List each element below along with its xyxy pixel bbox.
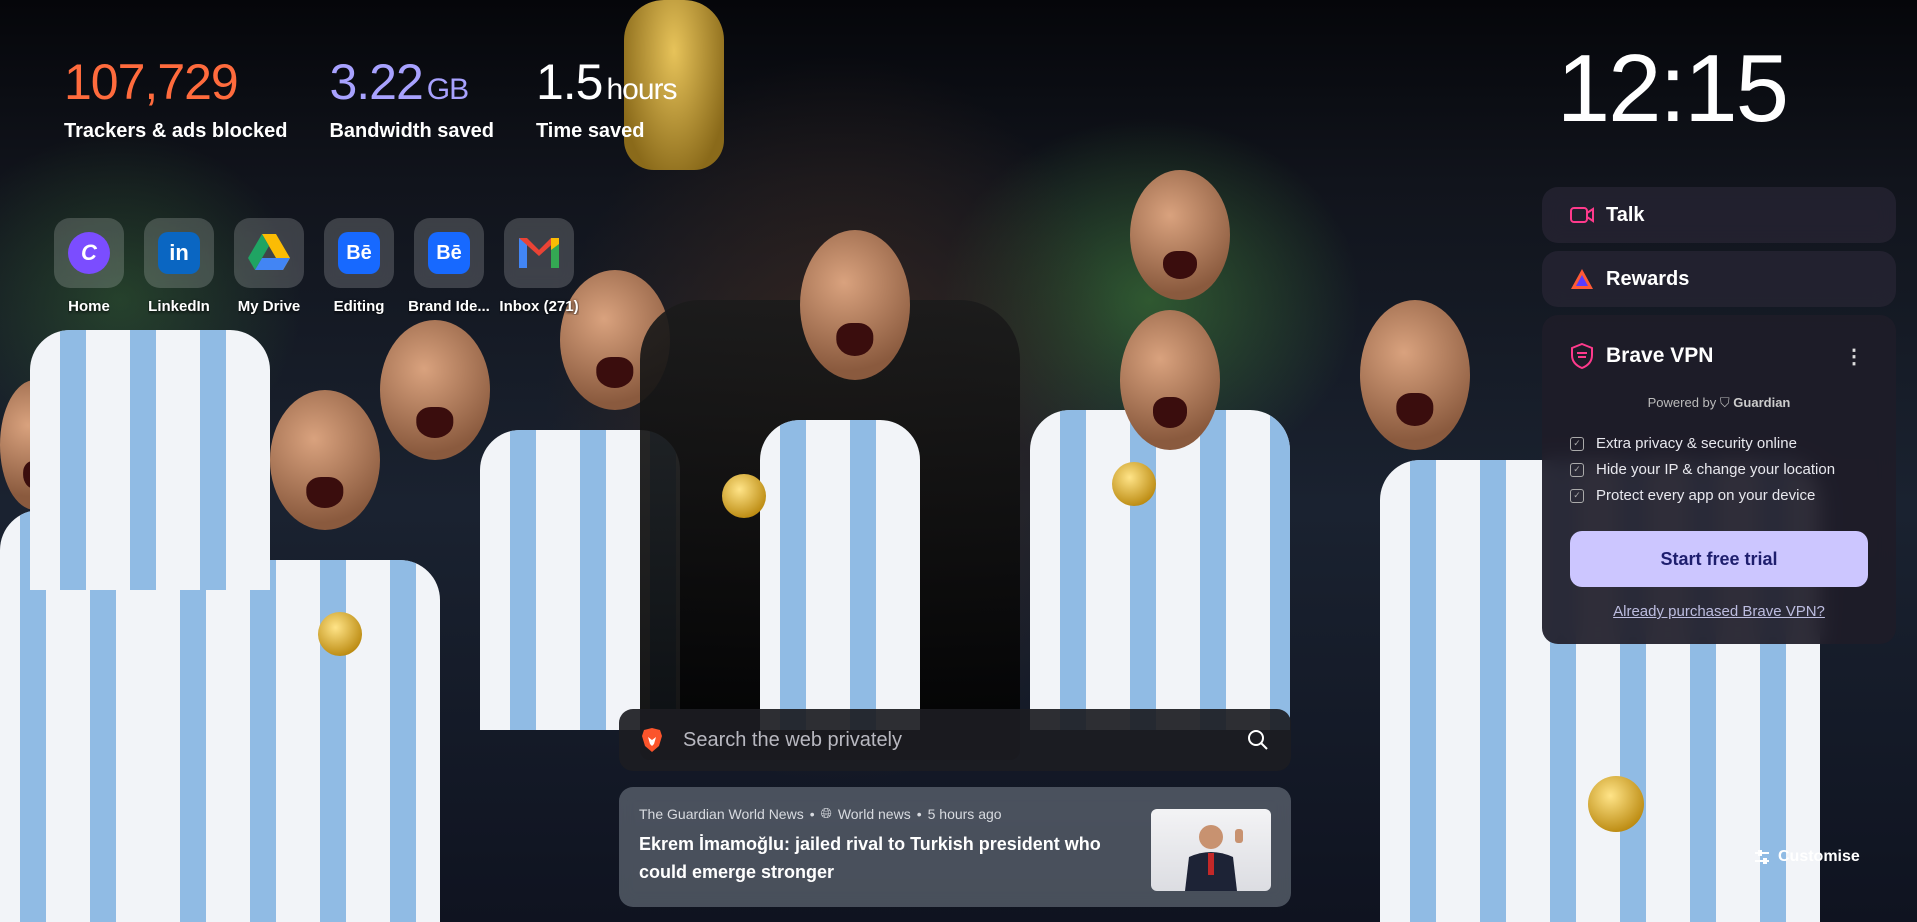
stat-value: 1.5 [535,54,604,110]
powered-by-label: Powered by [1647,395,1717,410]
vpn-card: Brave VPN ⋮ Powered by ⛉ Guardian ✓ Extra… [1542,315,1896,644]
powered-by: Powered by ⛉ Guardian [1570,395,1868,411]
talk-card[interactable]: Talk [1542,187,1896,243]
top-site-inbox[interactable]: Inbox (271) [499,218,579,315]
stat-value: 107,729 [64,54,239,110]
player-face [1120,310,1220,450]
player-shirt [30,330,270,590]
gold-medal [1112,462,1156,506]
separator-dot: • [809,805,815,822]
player-face [380,320,490,460]
video-camera-icon [1570,207,1594,223]
top-site-tile[interactable]: C [54,218,124,288]
news-source: The Guardian World News [639,805,804,822]
top-sites: C Home in LinkedIn My Drive Bē Editing B… [54,218,579,315]
stat-label: Bandwidth saved [329,120,494,142]
start-free-trial-button[interactable]: Start free trial [1570,531,1868,587]
top-site-tile[interactable]: Bē [414,218,484,288]
vpn-shield-icon [1571,343,1593,369]
brave-rewards-icon [1571,269,1593,289]
player-face [1360,300,1470,450]
top-site-home[interactable]: C Home [54,218,124,315]
stat-label: Time saved [535,120,645,142]
top-site-label: Inbox (271) [499,298,579,315]
sliders-icon [1755,850,1769,864]
search-icon[interactable] [1247,729,1269,751]
gold-medal [722,474,766,518]
player-shirt [1030,410,1290,730]
vpn-title: Brave VPN [1606,344,1714,367]
brave-widget-stack: Talk Rewards Brave VPN ⋮ Powered by ⛉ Gu… [1542,187,1896,652]
gold-medal [1588,776,1644,832]
top-site-editing[interactable]: Bē Editing [324,218,394,315]
feature-item: ✓ Protect every app on your device [1570,487,1868,504]
stat-unit: hours [606,73,677,106]
privacy-stats: 107,729 Trackers & ads blocked 3.22 GB Ba… [64,54,678,143]
news-time: 5 hours ago [927,805,1002,822]
stat-trackers: 107,729 Trackers & ads blocked [64,54,287,143]
top-site-my-drive[interactable]: My Drive [234,218,304,315]
top-site-tile[interactable]: in [144,218,214,288]
player-shirt [140,560,440,922]
rewards-card[interactable]: Rewards [1542,251,1896,307]
check-icon: ✓ [1570,436,1584,451]
top-site-tile[interactable] [504,218,574,288]
stat-bandwidth: 3.22 GB Bandwidth saved [329,54,493,143]
stat-value: 3.22 [329,54,423,110]
stat-time: 1.5 hours Time saved [535,54,678,143]
stat-label: Trackers & ads blocked [64,120,288,142]
feature-text: Extra privacy & security online [1596,435,1797,452]
more-options-icon[interactable]: ⋮ [1840,344,1868,369]
canva-icon: C [68,232,110,274]
globe-icon: 🌐︎ [820,805,832,821]
top-site-label: LinkedIn [148,298,210,315]
top-site-label: Home [68,298,110,315]
top-site-tile[interactable] [234,218,304,288]
news-meta: The Guardian World News • 🌐︎ World news … [639,805,1137,822]
search-bar[interactable] [619,709,1291,771]
already-purchased-link[interactable]: Already purchased Brave VPN? [1570,603,1868,620]
rewards-label: Rewards [1606,267,1690,290]
player-shirt [760,420,920,730]
top-site-label: My Drive [237,298,301,315]
separator-dot: • [916,805,922,822]
vpn-features: ✓ Extra privacy & security online ✓ Hide y… [1570,435,1868,504]
news-thumbnail [1151,809,1271,891]
news-headline[interactable]: Ekrem İmamoğlu: jailed rival to Turkish … [639,830,1137,886]
customise-label: Customise [1778,848,1860,865]
behance-icon: Bē [338,232,380,274]
behance-icon: Bē [428,232,470,274]
search-input[interactable] [681,727,1229,753]
powered-by-brand: Guardian [1733,395,1791,410]
feature-text: Hide your IP & change your location [1596,461,1836,478]
news-thumbnail-person [1185,825,1243,891]
top-site-brand-identity[interactable]: Bē Brand Ide... [408,218,490,315]
top-site-linkedin[interactable]: in LinkedIn [144,218,214,315]
gmail-icon [519,238,559,268]
stat-unit: GB [426,73,469,106]
news-category: World news [837,805,911,822]
guardian-shield-icon: ⛉ [1719,395,1730,410]
player-face [270,390,380,530]
news-card[interactable]: The Guardian World News • 🌐︎ World news … [619,787,1291,907]
clock: 12:15 [1556,35,1789,142]
linkedin-icon: in [158,232,200,274]
top-site-tile[interactable]: Bē [324,218,394,288]
brave-lion-icon [642,728,662,752]
check-icon: ✓ [1570,462,1584,477]
player-face [1130,170,1230,300]
check-icon: ✓ [1570,488,1584,503]
customise-button[interactable]: Customise [1754,848,1860,866]
feature-item: ✓ Extra privacy & security online [1570,435,1868,452]
player-face [800,230,910,380]
feature-item: ✓ Hide your IP & change your location [1570,461,1868,478]
talk-label: Talk [1606,203,1645,226]
google-drive-icon [248,234,290,270]
feature-text: Protect every app on your device [1596,487,1816,504]
top-site-label: Editing [333,298,385,315]
gold-medal [318,612,362,656]
top-site-label: Brand Ide... [408,298,490,315]
